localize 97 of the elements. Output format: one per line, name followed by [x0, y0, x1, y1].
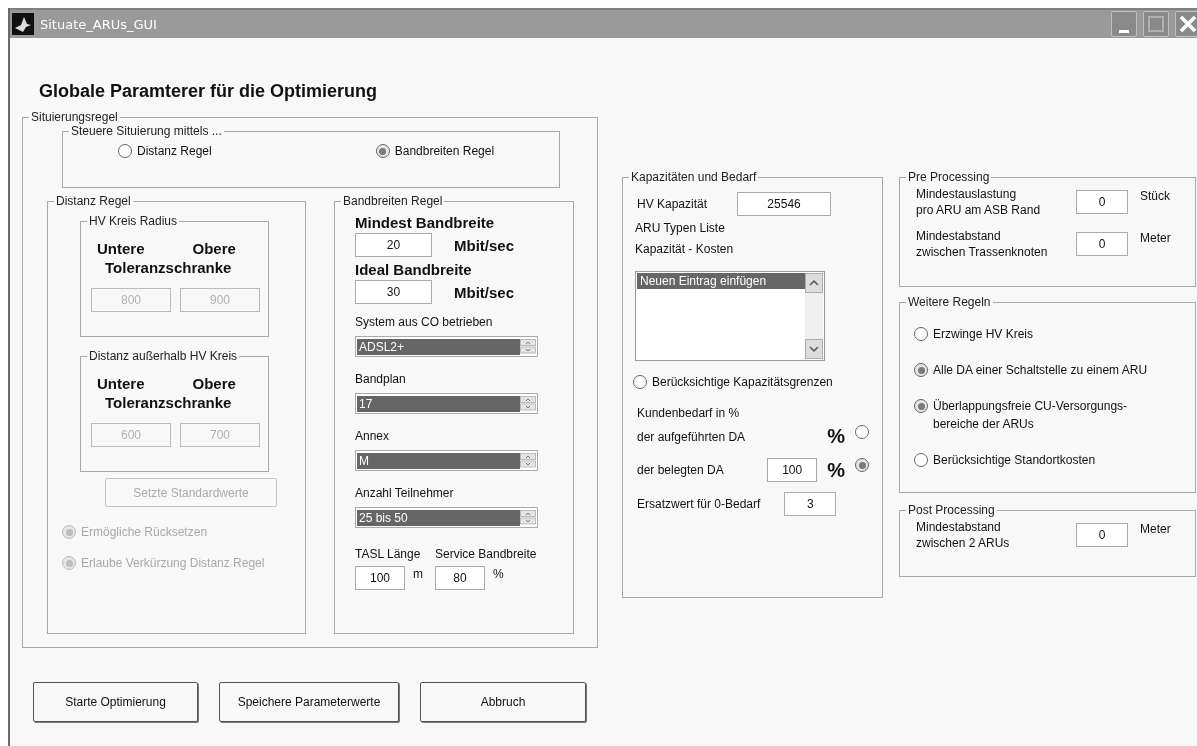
dropdown-list[interactable]: M: [355, 450, 538, 471]
minimize-button[interactable]: [1111, 11, 1137, 37]
field-label: Ideal Bandbreite: [355, 261, 473, 278]
list-item[interactable]: ADSL2+: [357, 338, 520, 355]
radio-circle[interactable]: [633, 375, 647, 389]
radio-circle[interactable]: [118, 144, 132, 158]
input-field[interactable]: 0: [1076, 190, 1128, 214]
page-heading: Globale Paramterer für die Optimierung: [39, 80, 379, 102]
radio-button[interactable]: Berücksichtige Kapazitätsgrenzen: [633, 373, 833, 391]
radio-circle[interactable]: [914, 363, 928, 377]
spinner-icon[interactable]: [520, 396, 536, 411]
scroll-up-icon[interactable]: [805, 273, 823, 293]
field-label: der belegten DA: [637, 462, 725, 478]
minimize-icon: [1119, 29, 1129, 33]
field-label: der aufgeführten DA: [637, 428, 747, 445]
spinner-icon[interactable]: [520, 339, 536, 354]
group-title: Kapazitäten und Bedarf: [630, 170, 758, 184]
field-label: Kundenbedarf in %: [637, 405, 740, 421]
radio-button[interactable]: [855, 458, 869, 472]
dropdown-list[interactable]: 17: [355, 393, 538, 414]
group-title: Distanz Regel: [55, 194, 132, 208]
field-label: Ersatzwert für 0-Bedarf: [637, 496, 761, 512]
radio-button[interactable]: Distanz Regel: [118, 142, 212, 160]
close-icon: [1179, 15, 1197, 33]
radio-circle[interactable]: [914, 327, 928, 341]
input-field[interactable]: 3: [784, 492, 837, 516]
radio-button[interactable]: Überlappungsfreie CU-Versorgungs- bereiche der ARUs: [914, 397, 1195, 433]
field-label: Bandplan: [355, 371, 407, 387]
input-field[interactable]: 20: [355, 233, 432, 257]
radio-button[interactable]: Berücksichtige Standortkosten: [914, 451, 1195, 469]
field-label: HV Kapazität: [637, 196, 708, 212]
scroll-down-icon[interactable]: [805, 339, 823, 359]
list-item[interactable]: 25 bis 50: [357, 509, 520, 526]
group-title: Pre Processing: [907, 170, 991, 184]
spinner-icon[interactable]: [520, 453, 536, 468]
percent-label: %: [827, 458, 845, 482]
column-label: Obere: [192, 375, 236, 392]
action-button[interactable]: Abbruch: [420, 682, 586, 722]
column-label: Toleranzschranke: [105, 259, 232, 276]
list-item[interactable]: M: [357, 452, 520, 469]
list-item[interactable]: 17: [357, 395, 520, 412]
scrollbar[interactable]: [805, 273, 823, 359]
field-label: TASL Länge: [355, 546, 422, 562]
radio-button[interactable]: [855, 425, 869, 439]
unit-label: Mbit/sec: [454, 283, 514, 301]
field-label: Annex: [355, 428, 391, 444]
radio-button[interactable]: Alle DA einer Schaltstelle zu einem ARU: [914, 361, 1195, 379]
field-label: System aus CO betrieben: [355, 314, 494, 330]
radio-circle[interactable]: [375, 144, 390, 158]
radio-button[interactable]: Erzwinge HV Kreis: [914, 325, 1195, 343]
field-label: Mindestauslastung pro ARU am ASB Rand: [916, 186, 1042, 218]
spinner-icon[interactable]: [520, 510, 536, 525]
list-box[interactable]: Neuen Eintrag einfügen: [635, 271, 825, 361]
column-label: Untere: [97, 240, 145, 257]
column-label: Obere: [192, 240, 236, 257]
field-label: Service Bandbreite: [435, 546, 537, 562]
field-label: Mindestabstand zwischen Trassenknoten: [916, 228, 1049, 260]
input-field[interactable]: 0: [1076, 232, 1128, 256]
unit-label: %: [493, 566, 504, 582]
unit-label: m: [413, 566, 423, 582]
input-field[interactable]: 25546: [737, 192, 832, 216]
group-title: Distanz außerhalb HV Kreis: [88, 349, 239, 363]
field-label: Mindestabstand zwischen 2 ARUs: [916, 519, 1011, 551]
dropdown-list[interactable]: 25 bis 50: [355, 507, 538, 528]
radio-button[interactable]: Bandbreiten Regel: [375, 142, 495, 160]
input-field[interactable]: 80: [435, 566, 485, 590]
unit-label: Meter: [1140, 521, 1171, 537]
unit-label: Mbit/sec: [454, 236, 514, 254]
input-field[interactable]: 30: [355, 280, 432, 304]
action-button[interactable]: Speichere Parameterwerte: [219, 682, 399, 722]
group-title: Bandbreiten Regel: [342, 194, 444, 208]
group-title: Steuere Situierung mittels ...: [70, 124, 223, 138]
radio-circle[interactable]: [914, 453, 928, 467]
percent-label: %: [827, 425, 845, 448]
field-label: Mindest Bandbreite: [355, 214, 496, 231]
app-icon: [12, 13, 34, 35]
column-label: Untere: [97, 375, 145, 392]
field-label: Anzahl Teilnehmer: [355, 485, 455, 501]
group-title: Situierungsregel: [30, 110, 119, 124]
unit-label: Meter: [1140, 230, 1171, 246]
list-item[interactable]: Neuen Eintrag einfügen: [637, 273, 805, 289]
field-label: ARU Typen Liste: [635, 220, 726, 236]
group-title: Post Processing: [907, 503, 996, 517]
action-button[interactable]: Starte Optimierung: [33, 682, 198, 722]
group-title: HV Kreis Radius: [88, 214, 179, 228]
input-field[interactable]: 100: [767, 458, 818, 482]
input-field[interactable]: 100: [355, 566, 405, 590]
column-label: Toleranzschranke: [105, 394, 232, 411]
radio-circle[interactable]: [914, 399, 928, 413]
window-title: Situate_ARUs_GUI: [40, 16, 158, 32]
field-label: Kapazität - Kosten: [635, 241, 735, 257]
dropdown-list[interactable]: ADSL2+: [355, 336, 538, 357]
close-button[interactable]: [1175, 11, 1197, 37]
group-title: Weitere Regeln: [907, 295, 992, 309]
unit-label: Stück: [1140, 188, 1170, 204]
maximize-icon: [1148, 16, 1164, 32]
input-field[interactable]: 0: [1076, 523, 1128, 547]
